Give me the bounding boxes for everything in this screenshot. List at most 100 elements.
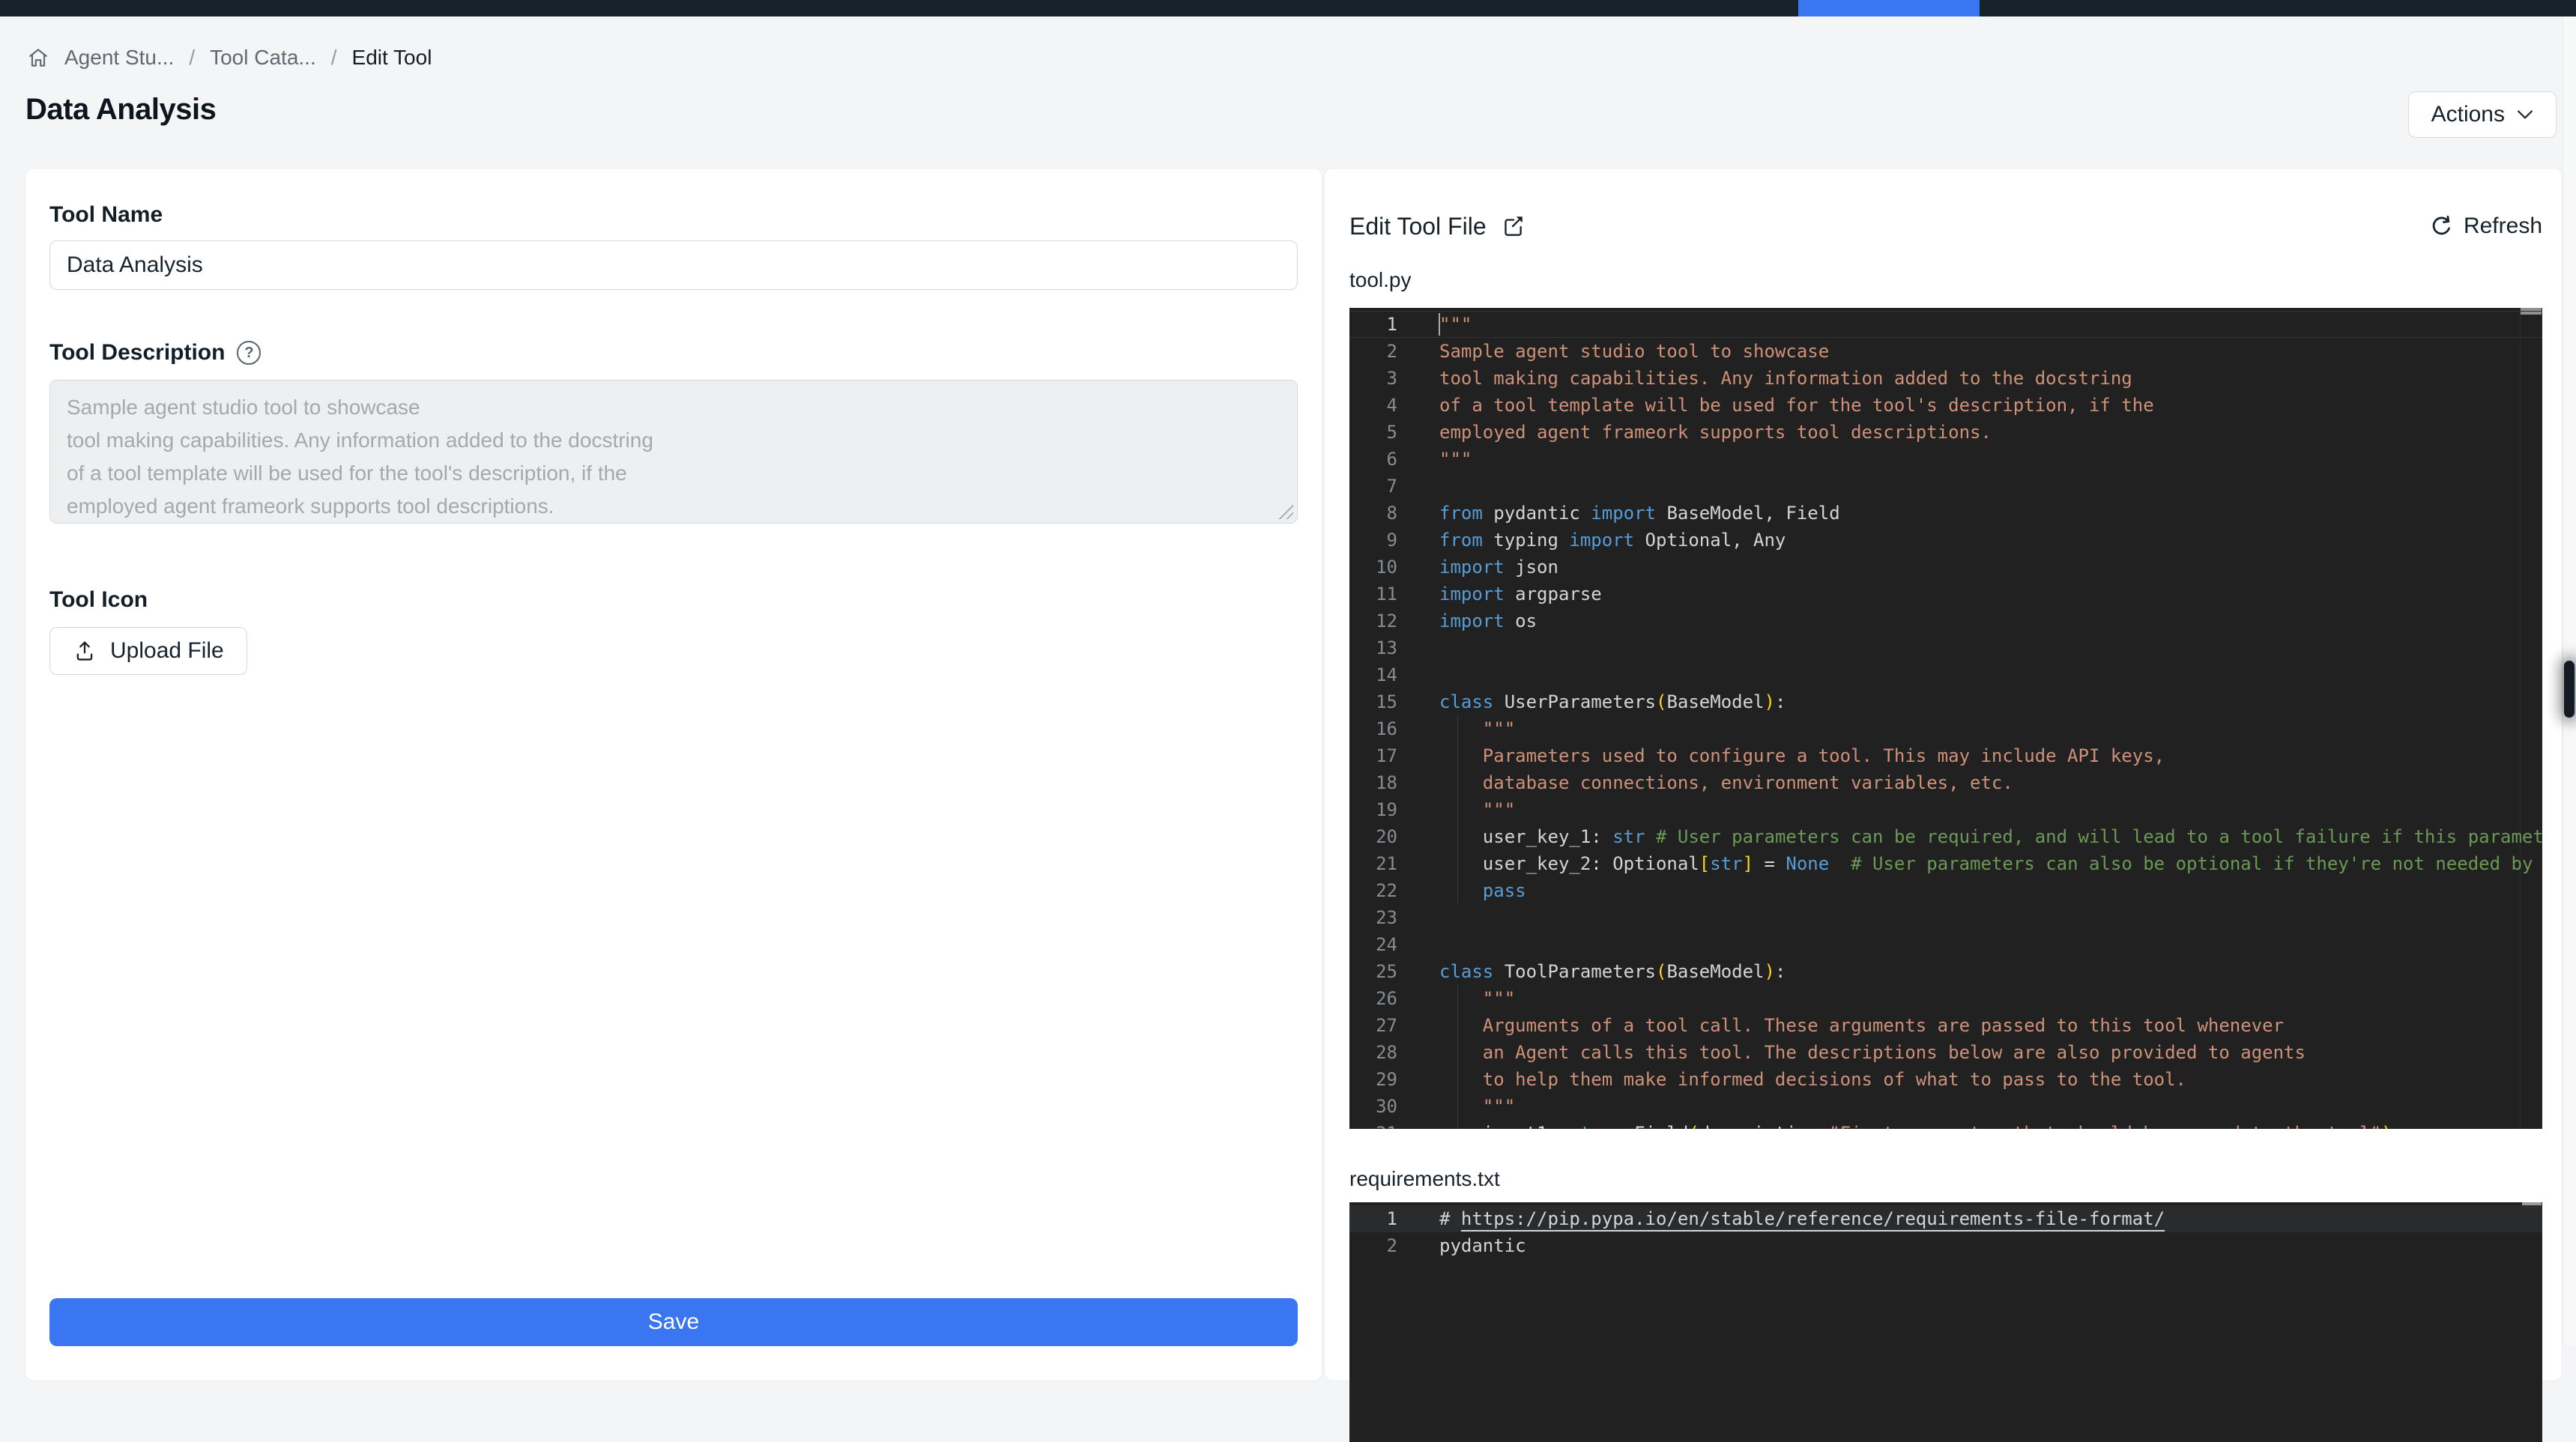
- actions-button[interactable]: Actions: [2408, 91, 2557, 138]
- line-number: 25: [1349, 958, 1397, 985]
- help-icon[interactable]: ?: [237, 341, 261, 365]
- code-text: Sample agent studio tool to showcase: [1439, 338, 1829, 365]
- code-editor-requirements-txt[interactable]: 1# https://pip.pypa.io/en/stable/referen…: [1349, 1202, 2542, 1442]
- code-text: """: [1439, 1093, 1515, 1120]
- code-line[interactable]: 25class ToolParameters(BaseModel):: [1349, 958, 2542, 985]
- line-number: 10: [1349, 554, 1397, 581]
- code-text: """: [1439, 985, 1515, 1012]
- code-line[interactable]: 21 user_key_2: Optional[str] = None # Us…: [1349, 850, 2542, 877]
- line-number: 3: [1349, 365, 1397, 392]
- code-line[interactable]: 17 Parameters used to configure a tool. …: [1349, 742, 2542, 769]
- indent-guide: [1457, 1066, 1458, 1093]
- indent-guide: [1457, 742, 1458, 769]
- external-link-icon[interactable]: [1500, 213, 1526, 239]
- page-scrollbar-thumb[interactable]: [2564, 661, 2575, 718]
- code-line[interactable]: 28 an Agent calls this tool. The descrip…: [1349, 1039, 2542, 1066]
- indent-guide: [1457, 1012, 1458, 1039]
- code-line[interactable]: 6 """: [1349, 446, 2542, 473]
- line-number: 1: [1349, 1205, 1397, 1232]
- upload-file-button[interactable]: Upload File: [49, 627, 247, 675]
- code-line[interactable]: 29 to help them make informed decisions …: [1349, 1066, 2542, 1093]
- code-text: import os: [1439, 608, 1537, 634]
- line-number: 8: [1349, 500, 1397, 527]
- code-text: employed agent frameork supports tool de…: [1439, 419, 1992, 446]
- code-line[interactable]: 30 """: [1349, 1093, 2542, 1120]
- refresh-button[interactable]: Refresh: [2429, 213, 2542, 239]
- code-line[interactable]: 26 """: [1349, 985, 2542, 1012]
- tool-description-textarea[interactable]: [49, 380, 1298, 524]
- code-line[interactable]: 16 """: [1349, 715, 2542, 742]
- code-line[interactable]: 2pydantic: [1349, 1232, 2542, 1259]
- code-line[interactable]: 27 Arguments of a tool call. These argum…: [1349, 1012, 2542, 1039]
- code-text: """: [1439, 446, 1472, 473]
- code-line[interactable]: 8from pydantic import BaseModel, Field: [1349, 500, 2542, 527]
- code-line[interactable]: 31 input1: str = Field(description="Firs…: [1349, 1120, 2542, 1129]
- breadcrumb-item-tool-catalog[interactable]: Tool Cata...: [210, 46, 316, 70]
- indent-guide: [1457, 1120, 1458, 1129]
- line-number: 6: [1349, 446, 1397, 473]
- edit-tool-file-card: Edit Tool File Refresh tool.py 1"""2Sam: [1324, 168, 2563, 1381]
- code-line[interactable]: 18 database connections, environment var…: [1349, 769, 2542, 796]
- breadcrumb-item-agent-studio[interactable]: Agent Stu...: [64, 46, 174, 70]
- code-text: to help them make informed decisions of …: [1439, 1066, 2186, 1093]
- line-number: 20: [1349, 823, 1397, 850]
- upload-file-label: Upload File: [110, 638, 224, 664]
- save-button[interactable]: Save: [49, 1298, 1298, 1346]
- code-text: class UserParameters(BaseModel):: [1439, 688, 1786, 715]
- breadcrumb-item-edit-tool: Edit Tool: [352, 46, 432, 70]
- code-line[interactable]: 4of a tool template will be used for the…: [1349, 392, 2542, 419]
- code-line[interactable]: 7: [1349, 473, 2542, 500]
- code-text: import json: [1439, 554, 1558, 581]
- tool-name-label: Tool Name: [49, 202, 1298, 228]
- tool-name-input[interactable]: [49, 240, 1298, 290]
- indent-guide: [1457, 715, 1458, 742]
- code-line[interactable]: 5employed agent frameork supports tool d…: [1349, 419, 2542, 446]
- line-number: 16: [1349, 715, 1397, 742]
- chevron-down-icon: [2517, 109, 2533, 120]
- code-line[interactable]: 22 pass: [1349, 877, 2542, 904]
- code-line[interactable]: 1# https://pip.pypa.io/en/stable/referen…: [1349, 1205, 2542, 1232]
- actions-button-label: Actions: [2431, 102, 2505, 127]
- line-number: 28: [1349, 1039, 1397, 1066]
- line-number: 9: [1349, 527, 1397, 554]
- code-text: import argparse: [1439, 581, 1602, 608]
- line-number: 2: [1349, 338, 1397, 365]
- code-editor-tool-py[interactable]: 1"""2 Sample agent studio tool to showcas…: [1349, 308, 2542, 1129]
- tool-description-label: Tool Description ?: [49, 339, 1298, 366]
- code-text: Parameters used to configure a tool. Thi…: [1439, 742, 2165, 769]
- line-number: 30: [1349, 1093, 1397, 1120]
- code-line[interactable]: 3 tool making capabilities. Any informati…: [1349, 365, 2542, 392]
- code-line[interactable]: 24: [1349, 931, 2542, 958]
- code-text: of a tool template will be used for the …: [1439, 392, 2154, 419]
- tool-name-label-text: Tool Name: [49, 202, 163, 228]
- indent-guide: [1457, 877, 1458, 904]
- code-line[interactable]: 19 """: [1349, 796, 2542, 823]
- code-line[interactable]: 9from typing import Optional, Any: [1349, 527, 2542, 554]
- code-text: tool making capabilities. Any informatio…: [1439, 365, 2132, 392]
- code-text: user_key_2: Optional[str] = None # User …: [1439, 850, 2533, 877]
- code-line[interactable]: 2 Sample agent studio tool to showcase: [1349, 338, 2542, 365]
- breadcrumb-separator: /: [189, 46, 195, 70]
- code-line[interactable]: 23: [1349, 904, 2542, 931]
- edit-tool-file-title-text: Edit Tool File: [1349, 213, 1487, 240]
- code-line[interactable]: 13: [1349, 634, 2542, 661]
- code-line[interactable]: 11 import argparse: [1349, 581, 2542, 608]
- code-line[interactable]: 15class UserParameters(BaseModel):: [1349, 688, 2542, 715]
- line-number: 17: [1349, 742, 1397, 769]
- page-scrollbar[interactable]: [2563, 16, 2576, 1345]
- code-text: """: [1439, 715, 1515, 742]
- code-text: user_key_1: str # User parameters can be…: [1439, 823, 2542, 850]
- code-line[interactable]: 14: [1349, 661, 2542, 688]
- code-line[interactable]: 20 user_key_1: str # User parameters can…: [1349, 823, 2542, 850]
- code-line[interactable]: 10 import json: [1349, 554, 2542, 581]
- code-line[interactable]: 1""": [1349, 311, 2542, 338]
- home-icon[interactable]: [27, 46, 49, 69]
- indent-guide: [1457, 796, 1458, 823]
- code-text: Arguments of a tool call. These argument…: [1439, 1012, 2284, 1039]
- upload-icon: [73, 639, 97, 663]
- browser-top-bar: [0, 0, 2576, 16]
- tool-icon-label-text: Tool Icon: [49, 587, 148, 614]
- code-line[interactable]: 12import os: [1349, 608, 2542, 634]
- code-text: pass: [1439, 877, 1526, 904]
- line-number: 11: [1349, 581, 1397, 608]
